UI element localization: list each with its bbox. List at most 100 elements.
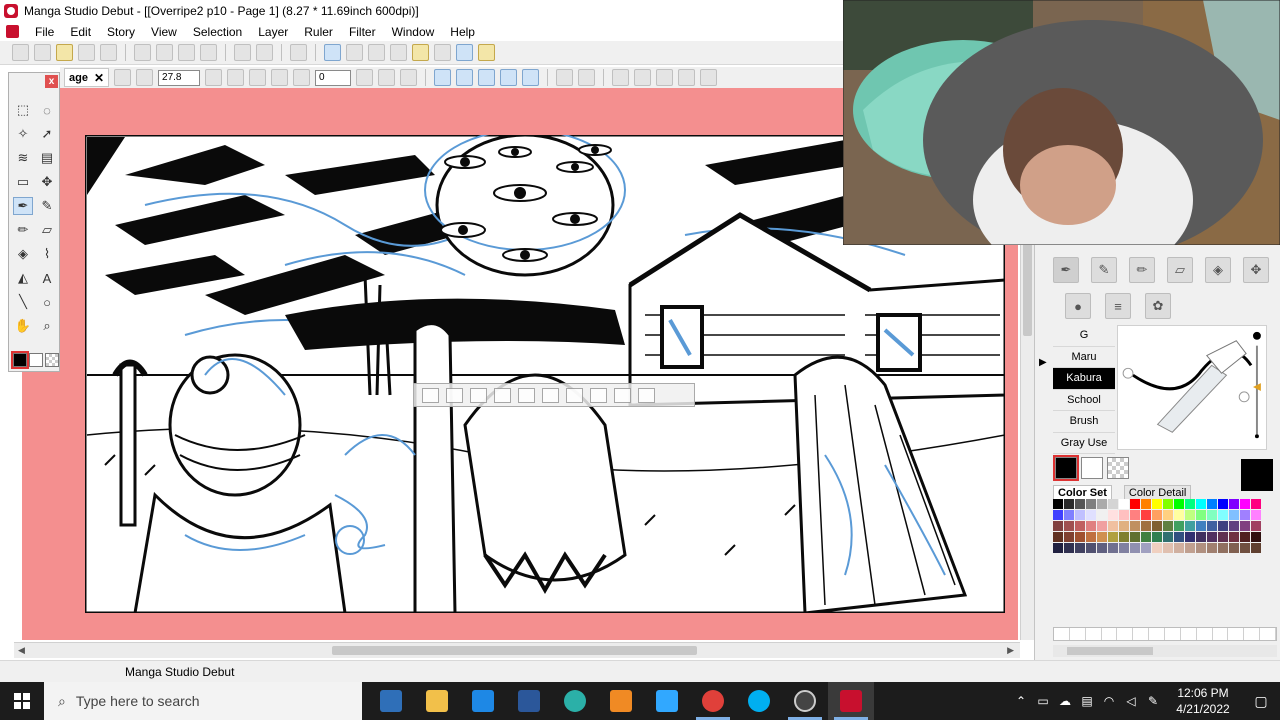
palette-swatch[interactable] bbox=[1097, 532, 1107, 542]
cut-icon[interactable] bbox=[134, 44, 151, 61]
sub-color-box[interactable] bbox=[1081, 457, 1103, 479]
tab-page[interactable]: age ✕ bbox=[64, 68, 110, 87]
edit-ruler-icon[interactable] bbox=[612, 69, 630, 86]
palette-swatch[interactable] bbox=[1196, 521, 1206, 531]
palette-swatch[interactable] bbox=[1064, 532, 1074, 542]
move-selection-icon[interactable] bbox=[566, 387, 583, 403]
palette-swatch[interactable] bbox=[1163, 521, 1173, 531]
menu-filter[interactable]: Filter bbox=[341, 25, 384, 39]
main-color-box[interactable] bbox=[1053, 455, 1079, 481]
palette-swatch[interactable] bbox=[1196, 532, 1206, 542]
palette-swatch[interactable] bbox=[1152, 499, 1162, 509]
palette-swatch[interactable] bbox=[1229, 521, 1239, 531]
palette-swatch[interactable] bbox=[1163, 510, 1173, 520]
line-icon[interactable]: ╲ bbox=[13, 293, 33, 311]
crosshair-icon[interactable] bbox=[590, 387, 607, 403]
palette-swatch[interactable] bbox=[1152, 543, 1162, 553]
palette-swatch[interactable] bbox=[1097, 510, 1107, 520]
palette-swatch[interactable] bbox=[1174, 521, 1184, 531]
pen-icon[interactable]: ✒ bbox=[13, 197, 33, 215]
marquee-icon[interactable]: ⬚ bbox=[13, 101, 33, 119]
pen-item-g[interactable]: G bbox=[1053, 325, 1115, 347]
palette-swatch[interactable] bbox=[1251, 532, 1261, 542]
word-icon[interactable] bbox=[506, 682, 552, 720]
fill-tool-icon[interactable]: ◈ bbox=[1205, 257, 1231, 283]
palette-swatch[interactable] bbox=[1064, 543, 1074, 553]
redo-icon[interactable] bbox=[256, 44, 273, 61]
blur-tool-icon[interactable]: ● bbox=[1065, 293, 1091, 319]
palette-swatch[interactable] bbox=[1174, 543, 1184, 553]
save-all-icon[interactable] bbox=[100, 44, 117, 61]
properties-icon[interactable] bbox=[434, 44, 451, 61]
frame-snap-icon[interactable] bbox=[522, 69, 540, 86]
marker-tool-icon[interactable]: ✎ bbox=[1091, 257, 1117, 283]
tab-color-set[interactable]: Color Set bbox=[1053, 485, 1112, 500]
hand-move-icon[interactable]: ▤ bbox=[37, 149, 57, 167]
magic-wand-icon[interactable]: ✧ bbox=[13, 125, 33, 143]
navigator-icon[interactable] bbox=[390, 44, 407, 61]
ellipse-icon[interactable]: ○ bbox=[37, 293, 57, 311]
manga-studio-icon[interactable] bbox=[828, 682, 874, 720]
palette-swatch[interactable] bbox=[1064, 499, 1074, 509]
menu-edit[interactable]: Edit bbox=[62, 25, 99, 39]
clear-icon[interactable] bbox=[200, 44, 217, 61]
ruler-snap-icon[interactable] bbox=[434, 69, 452, 86]
palette-swatch[interactable] bbox=[1119, 510, 1129, 520]
rotation-arrow-icon[interactable] bbox=[356, 69, 374, 86]
network-icon[interactable]: ▤ bbox=[1076, 694, 1098, 708]
clock[interactable]: 12:06 PM 4/21/2022 bbox=[1164, 685, 1242, 717]
obs-icon[interactable] bbox=[782, 682, 828, 720]
start-button[interactable] bbox=[0, 682, 44, 720]
eyedropper-icon[interactable]: ⌇ bbox=[37, 245, 57, 263]
menu-layer[interactable]: Layer bbox=[250, 25, 296, 39]
menu-file[interactable]: File bbox=[27, 25, 62, 39]
text-icon[interactable]: A bbox=[37, 269, 57, 287]
selection-snap-icon[interactable] bbox=[500, 69, 518, 86]
pen-item-maru[interactable]: Maru bbox=[1053, 347, 1115, 368]
palette-swatch[interactable] bbox=[1218, 532, 1228, 542]
new-file-icon[interactable] bbox=[12, 44, 29, 61]
ruler-icon[interactable]: ▭ bbox=[13, 173, 33, 191]
page-flip-icon[interactable] bbox=[227, 69, 245, 86]
palette-swatch[interactable] bbox=[1152, 510, 1162, 520]
rotate-left-icon[interactable] bbox=[271, 69, 289, 86]
print-icon[interactable] bbox=[290, 44, 307, 61]
palette-swatch[interactable] bbox=[1086, 543, 1096, 553]
palette-swatch[interactable] bbox=[1251, 543, 1261, 553]
document-icon[interactable] bbox=[6, 25, 19, 38]
palette-swatch[interactable] bbox=[1251, 510, 1261, 520]
tab-color-detail[interactable]: Color Detail bbox=[1123, 485, 1192, 500]
palette-swatch[interactable] bbox=[1229, 499, 1239, 509]
palette-swatch[interactable] bbox=[1075, 532, 1085, 542]
vlc-icon[interactable] bbox=[598, 682, 644, 720]
lasso-icon[interactable]: ◌ bbox=[37, 101, 57, 119]
guide2-icon[interactable] bbox=[578, 69, 596, 86]
menu-selection[interactable]: Selection bbox=[185, 25, 250, 39]
flip-horizontal-icon[interactable] bbox=[378, 69, 396, 86]
palette-swatch[interactable] bbox=[1185, 543, 1195, 553]
skype-icon[interactable] bbox=[736, 682, 782, 720]
tone-icon[interactable] bbox=[638, 387, 655, 403]
palette-swatch[interactable] bbox=[1152, 532, 1162, 542]
select-layer-icon[interactable] bbox=[422, 387, 439, 403]
pen-icon[interactable]: ✎ bbox=[1142, 694, 1164, 708]
pen-item-kabura[interactable]: Kabura bbox=[1053, 368, 1115, 390]
file-explorer-icon[interactable] bbox=[414, 682, 460, 720]
palette-swatch[interactable] bbox=[1119, 543, 1129, 553]
palette-swatch[interactable] bbox=[1075, 510, 1085, 520]
palette-swatch[interactable] bbox=[1141, 499, 1151, 509]
menu-help[interactable]: Help bbox=[442, 25, 483, 39]
palette-swatch[interactable] bbox=[1163, 499, 1173, 509]
eraser-tool-icon[interactable]: ▱ bbox=[1167, 257, 1193, 283]
pen-item-brush[interactable]: Brush bbox=[1053, 411, 1115, 433]
palette-swatch[interactable] bbox=[1229, 510, 1239, 520]
scroll-right-icon[interactable]: ▶ bbox=[1007, 645, 1014, 656]
menu-ruler[interactable]: Ruler bbox=[296, 25, 341, 39]
save-icon[interactable] bbox=[78, 44, 95, 61]
palette-swatch[interactable] bbox=[1086, 521, 1096, 531]
palette-swatch[interactable] bbox=[1196, 543, 1206, 553]
play-arrow-icon[interactable] bbox=[205, 69, 223, 86]
edge-icon[interactable] bbox=[552, 682, 598, 720]
zoom-fit-icon[interactable] bbox=[136, 69, 154, 86]
pen-item-gray-use[interactable]: Gray Use bbox=[1053, 433, 1115, 454]
